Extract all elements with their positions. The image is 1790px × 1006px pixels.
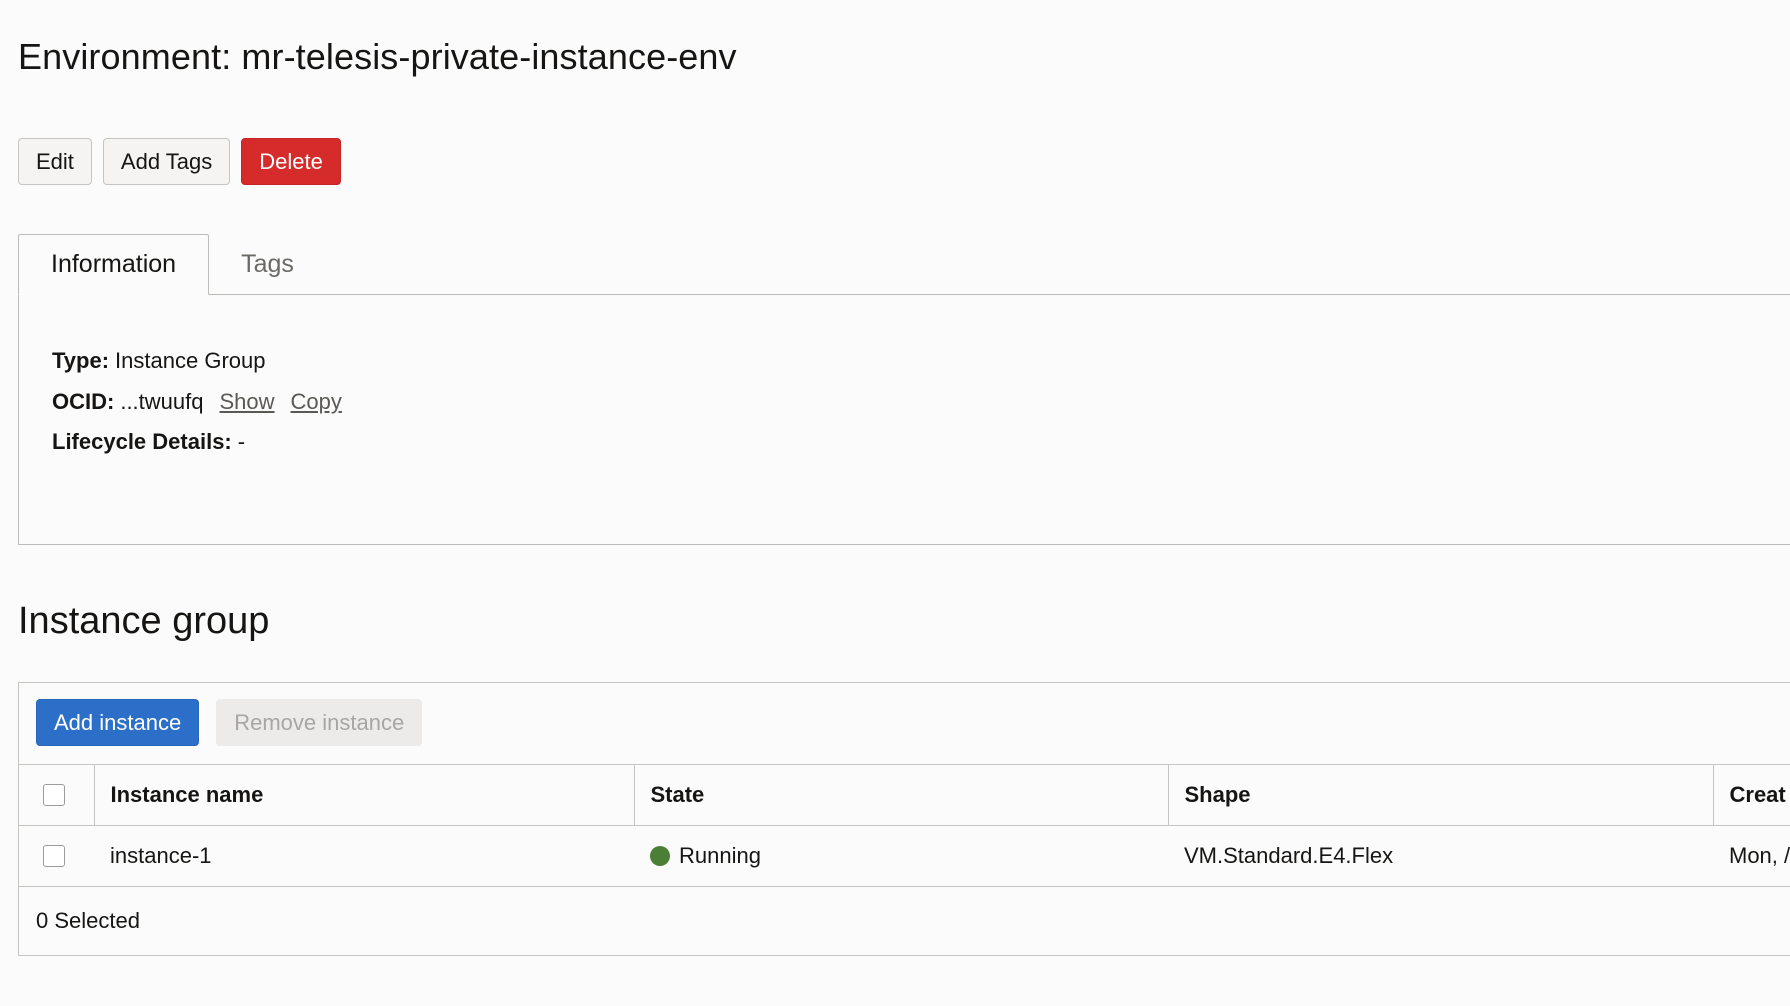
lifecycle-label: Lifecycle Details: bbox=[52, 429, 232, 454]
column-header-state[interactable]: State bbox=[633, 764, 1168, 826]
edit-button[interactable]: Edit bbox=[18, 138, 92, 185]
state-text: Running bbox=[679, 843, 761, 868]
instance-group-table-card: Add instance Remove instance Instance na… bbox=[18, 682, 1790, 956]
ocid-show-link[interactable]: Show bbox=[219, 389, 274, 415]
lifecycle-value: - bbox=[237, 429, 246, 454]
ocid-copy-link[interactable]: Copy bbox=[291, 389, 342, 415]
add-instance-button[interactable]: Add instance bbox=[36, 699, 200, 746]
instances-table: Instance name State Shape Creat instance… bbox=[19, 764, 1790, 887]
table-toolbar: Add instance Remove instance bbox=[36, 699, 423, 746]
instance-name-cell: instance-1 bbox=[94, 825, 634, 887]
column-header-created[interactable]: Creat bbox=[1712, 764, 1790, 826]
ocid-row: OCID: ...twuufq Show Copy bbox=[52, 389, 342, 415]
environment-details-page: Environment: mr-telesis-private-instance… bbox=[0, 0, 1790, 1006]
instance-group-title: Instance group bbox=[18, 600, 270, 642]
action-bar: Edit Add Tags Delete bbox=[18, 138, 341, 185]
page-title: Environment: mr-telesis-private-instance… bbox=[18, 36, 737, 77]
information-panel: Type: Instance Group OCID: ...twuufq Sho… bbox=[18, 295, 1790, 545]
shape-cell: VM.Standard.E4.Flex bbox=[1168, 825, 1713, 887]
table-row: instance-1 Running VM.Standard.E4.Flex M… bbox=[19, 825, 1790, 887]
table-header-row: Instance name State Shape Creat bbox=[19, 764, 1790, 826]
column-header-instance-name[interactable]: Instance name bbox=[93, 764, 634, 826]
select-all-checkbox[interactable] bbox=[43, 784, 65, 806]
ocid-value: ...twuufq bbox=[120, 389, 204, 414]
ocid-label: OCID: bbox=[52, 389, 115, 414]
type-row: Type: Instance Group bbox=[52, 348, 265, 374]
row-select-cell bbox=[19, 825, 94, 887]
tab-information[interactable]: Information bbox=[18, 234, 210, 295]
type-value: Instance Group bbox=[115, 348, 266, 373]
details-tabs-panel: Information Tags Type: Instance Group OC… bbox=[18, 234, 1790, 545]
remove-instance-button: Remove instance bbox=[216, 699, 423, 746]
state-cell: Running bbox=[634, 825, 1168, 887]
running-status-icon bbox=[650, 846, 670, 866]
lifecycle-row: Lifecycle Details: - bbox=[52, 429, 245, 455]
add-tags-button[interactable]: Add Tags bbox=[102, 138, 231, 185]
tab-tags[interactable]: Tags bbox=[209, 234, 326, 295]
column-header-shape[interactable]: Shape bbox=[1167, 764, 1713, 826]
select-all-cell bbox=[19, 764, 94, 826]
delete-button[interactable]: Delete bbox=[241, 138, 341, 185]
tab-strip: Information Tags bbox=[18, 234, 1790, 295]
row-checkbox[interactable] bbox=[43, 845, 65, 867]
created-cell: Mon, / bbox=[1713, 825, 1790, 887]
selected-count: 0 Selected bbox=[36, 908, 140, 933]
type-label: Type: bbox=[52, 348, 110, 373]
